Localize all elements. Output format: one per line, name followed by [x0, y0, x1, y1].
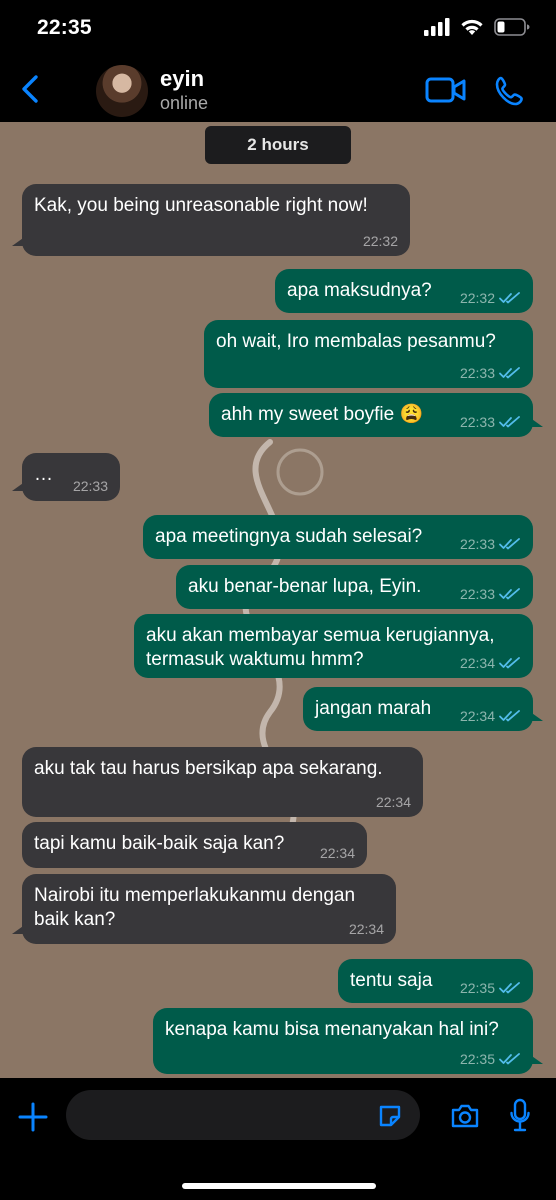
status-icons [424, 18, 530, 36]
bubble-tail [12, 236, 26, 246]
video-camera-icon[interactable] [425, 76, 467, 104]
message-meta: 22:34 [376, 794, 411, 810]
message-outgoing[interactable]: apa meetingnya sudah selesai? 22:33 [143, 515, 533, 559]
message-text: tapi kamu baik-baik saja kan? [34, 833, 285, 854]
message-incoming[interactable]: Nairobi itu memperlakukanmu dengan baik … [12, 874, 396, 944]
message-time: 22:34 [348, 921, 384, 937]
wifi-icon [461, 19, 483, 35]
message-meta: 22:32 [460, 290, 521, 306]
bubble-tail [529, 711, 543, 721]
message-text: aku tak tau harus bersikap apa sekarang. [34, 758, 383, 779]
plus-icon[interactable] [18, 1102, 48, 1132]
camera-icon[interactable] [450, 1103, 480, 1129]
message-meta: 22:34 [320, 845, 355, 861]
double-check-icon [499, 588, 520, 600]
message-text: kenapa kamu bisa menanyakan hal ini? [165, 1019, 499, 1040]
bubble-tail [12, 924, 26, 934]
contact-status: online [160, 93, 209, 113]
message-meta: 22:34 [349, 921, 384, 937]
message-text: Kak, you being unreasonable right now! [34, 195, 368, 216]
double-check-icon [499, 710, 520, 722]
status-time: 22:35 [37, 16, 92, 39]
double-check-icon [499, 292, 520, 304]
message-time: 22:35 [459, 980, 495, 996]
home-indicator[interactable] [182, 1183, 376, 1189]
message-text: Nairobi itu memperlakukanmu dengan baik … [34, 885, 356, 930]
message-meta: 22:32 [363, 233, 398, 249]
date-chip: 2 hours [205, 126, 351, 164]
double-check-icon [499, 657, 520, 669]
double-check-icon [499, 538, 520, 550]
bubble-tail [12, 481, 26, 491]
status-bar: 22:35 [0, 0, 556, 56]
double-check-icon [499, 982, 520, 994]
message-meta: 22:33 [460, 365, 521, 381]
message-incoming[interactable]: tapi kamu baik-baik saja kan? 22:34 [22, 822, 367, 868]
message-time: 22:34 [459, 655, 495, 671]
message-outgoing[interactable]: jangan marah 22:34 [303, 687, 543, 731]
double-check-icon [499, 416, 520, 428]
message-incoming[interactable]: aku tak tau harus bersikap apa sekarang.… [22, 747, 423, 817]
message-time: 22:33 [459, 536, 495, 552]
message-incoming[interactable]: Kak, you being unreasonable right now! 2… [12, 184, 410, 256]
message-meta: 22:33 [460, 586, 521, 602]
message-outgoing[interactable]: apa maksudnya? 22:32 [275, 269, 533, 313]
message-meta: 22:35 [460, 980, 521, 996]
chevron-left-icon[interactable] [18, 74, 44, 104]
message-text: oh wait, Iro membalas pesanmu? [216, 331, 496, 352]
phone-icon[interactable] [494, 75, 526, 107]
message-outgoing[interactable]: tentu saja 22:35 [338, 959, 533, 1003]
message-time: 22:34 [375, 794, 411, 810]
battery-icon [494, 18, 530, 36]
message-incoming[interactable]: … 22:33 [12, 453, 120, 501]
message-meta: 22:33 [460, 414, 521, 430]
message-time: 22:33 [459, 586, 495, 602]
bubble-tail [529, 1054, 543, 1064]
message-outgoing[interactable]: oh wait, Iro membalas pesanmu? 22:33 [204, 320, 533, 388]
message-outgoing[interactable]: aku akan membayar semua kerugiannya, ter… [134, 614, 533, 678]
double-check-icon [499, 367, 520, 379]
message-time: 22:33 [72, 478, 108, 494]
message-time: 22:32 [459, 290, 495, 306]
double-check-icon [499, 1053, 520, 1065]
message-meta: 22:35 [460, 1051, 521, 1067]
chat-area[interactable]: 2 hours Kak, you being unreasonable righ… [0, 122, 556, 1078]
microphone-icon[interactable] [510, 1098, 530, 1132]
avatar[interactable] [96, 65, 148, 117]
message-meta: 22:33 [73, 478, 108, 494]
message-meta: 22:33 [460, 536, 521, 552]
bubble-tail [529, 417, 543, 427]
message-time: 22:35 [459, 1051, 495, 1067]
sticker-icon[interactable] [377, 1103, 403, 1129]
contact-name[interactable]: eyin [160, 66, 204, 92]
chat-header: eyin online [0, 56, 556, 122]
message-time: 22:32 [362, 233, 398, 249]
message-time: 22:34 [319, 845, 355, 861]
message-time: 22:33 [459, 414, 495, 430]
message-input[interactable] [66, 1090, 420, 1140]
message-time: 22:33 [459, 365, 495, 381]
message-time: 22:34 [459, 708, 495, 724]
cellular-signal-icon [424, 18, 450, 36]
message-meta: 22:34 [460, 708, 521, 724]
message-meta: 22:34 [460, 655, 521, 671]
message-outgoing[interactable]: ahh my sweet boyfie 😩 22:33 [209, 393, 543, 437]
message-outgoing[interactable]: aku benar-benar lupa, Eyin. 22:33 [176, 565, 533, 609]
message-composer [0, 1078, 556, 1200]
message-outgoing[interactable]: kenapa kamu bisa menanyakan hal ini? 22:… [153, 1008, 543, 1074]
